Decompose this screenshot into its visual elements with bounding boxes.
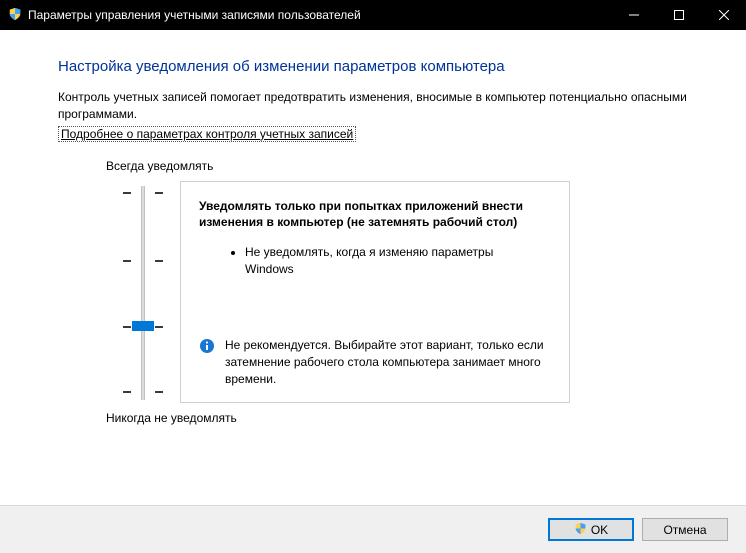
button-bar: OK Отмена (0, 505, 746, 553)
page-description: Контроль учетных записей помогает предот… (58, 89, 688, 124)
maximize-button[interactable] (656, 0, 701, 30)
info-icon (199, 338, 215, 357)
page-heading: Настройка уведомления об изменении парам… (58, 58, 688, 75)
slider-top-label: Всегда уведомлять (106, 159, 688, 173)
level-title: Уведомлять только при попытках приложени… (199, 198, 551, 230)
uac-shield-icon (8, 7, 22, 24)
cancel-button[interactable]: Отмена (642, 518, 728, 541)
uac-slider[interactable] (113, 186, 173, 400)
recommendation-text: Не рекомендуется. Выбирайте этот вариант… (225, 337, 551, 387)
uac-shield-icon (574, 522, 587, 538)
ok-button[interactable]: OK (548, 518, 634, 541)
title-bar: Параметры управления учетными записями п… (0, 0, 746, 30)
close-button[interactable] (701, 0, 746, 30)
slider-thumb[interactable] (132, 321, 154, 331)
slider-bottom-label: Никогда не уведомлять (106, 411, 688, 425)
cancel-button-label: Отмена (663, 523, 706, 537)
level-description-box: Уведомлять только при попытках приложени… (180, 181, 570, 403)
window-title: Параметры управления учетными записями п… (28, 8, 361, 22)
ok-button-label: OK (591, 523, 608, 537)
learn-more-link[interactable]: Подробнее о параметрах контроля учетных … (58, 126, 356, 142)
minimize-button[interactable] (611, 0, 656, 30)
level-bullet: Не уведомлять, когда я изменяю параметры… (245, 244, 551, 278)
level-bullets: Не уведомлять, когда я изменяю параметры… (245, 244, 551, 278)
